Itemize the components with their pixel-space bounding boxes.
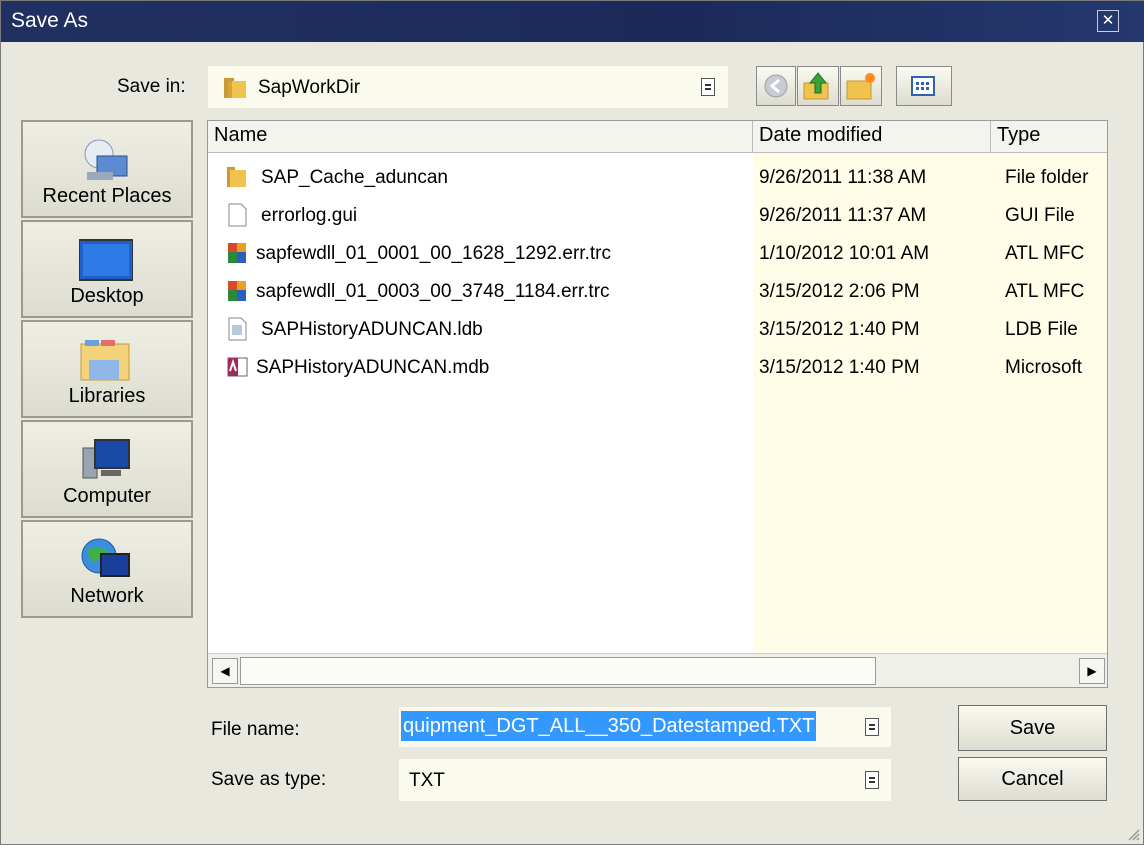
column-header-date-modified[interactable]: Date modified [753,121,991,153]
up-folder-icon [803,72,829,100]
place-label: Network [70,585,144,607]
file-type: LDB File [1005,319,1078,340]
trace-file-icon [228,243,246,263]
save-in-label-text: Save in: [117,76,186,97]
file-row[interactable]: SAP_Cache_aduncan 9/26/2011 11:38 AM Fil… [208,159,1107,197]
column-header-type[interactable]: Type [991,121,1107,153]
libraries-icon [80,340,130,381]
view-menu-icon [911,76,935,96]
save-as-type-label: Save as type: [211,769,327,790]
new-folder-button[interactable] [840,66,882,106]
save-in-value: SapWorkDir [258,77,361,98]
access-db-icon [227,357,248,377]
dropdown-arrow-icon [701,78,715,96]
place-label: Libraries [68,385,146,407]
cancel-button[interactable]: Cancel [958,757,1107,801]
file-name-input[interactable]: quipment_DGT_ALL__350_Datestamped.TXT [399,707,891,747]
recent-places-icon [84,139,128,180]
back-icon [764,74,788,98]
dropdown-arrow-icon [865,718,879,736]
scroll-right-button[interactable]: ▶ [1079,658,1105,684]
save-in-dropdown[interactable]: SapWorkDir [208,66,728,108]
file-name-label: File name: [211,719,300,740]
file-row[interactable]: SAPHistoryADUNCAN.mdb 3/15/2012 1:40 PM … [208,349,1107,387]
file-row[interactable]: sapfewdll_01_0001_00_1628_1292.err.trc 1… [208,235,1107,273]
save-as-dialog: Save As ✕ Save in: SapWorkDir Recent Pla… [0,0,1144,845]
place-label: Desktop [70,285,144,307]
scroll-right-icon: ▶ [1087,664,1097,678]
window-title: Save As [11,9,89,32]
close-icon: ✕ [1101,12,1115,29]
column-header-name[interactable]: Name [208,121,753,153]
place-label: Recent Places [42,185,172,207]
place-network[interactable]: Network [21,520,193,618]
file-name: sapfewdll_01_0001_00_1628_1292.err.trc [256,243,611,264]
back-button[interactable] [756,66,796,106]
close-button[interactable]: ✕ [1097,10,1119,32]
place-libraries[interactable]: Libraries [21,320,193,418]
scroll-left-icon: ◀ [220,664,230,678]
file-type: File folder [1005,167,1089,188]
save-as-type-dropdown[interactable]: TXT [399,759,891,801]
file-type: GUI File [1005,205,1075,226]
file-type: ATL MFC [1005,243,1085,264]
up-folder-button[interactable] [797,66,839,106]
file-list[interactable]: Name Date modified Type SAP_Cache_adunca… [207,120,1108,688]
file-name: SAPHistoryADUNCAN.mdb [256,357,490,378]
scroll-left-button[interactable]: ◀ [212,658,238,684]
view-menu-button[interactable] [896,66,952,106]
folder-icon [227,167,246,187]
computer-icon [82,439,130,479]
file-date: 1/10/2012 10:01 AM [759,243,930,264]
resize-grip-icon[interactable] [1125,826,1141,842]
file-name-value: quipment_DGT_ALL__350_Datestamped.TXT [401,711,817,741]
place-computer[interactable]: Computer [21,420,193,518]
file-date: 3/15/2012 1:40 PM [759,357,920,378]
horizontal-scrollbar[interactable]: ◀ ▶ [208,653,1107,687]
scroll-thumb[interactable] [240,657,876,685]
file-row[interactable]: errorlog.gui 9/26/2011 11:37 AM GUI File [208,197,1107,235]
ldb-file-icon [228,317,247,341]
place-label: Computer [63,485,151,507]
file-name: SAP_Cache_aduncan [261,167,448,188]
network-icon [81,538,130,577]
trace-file-icon [228,281,246,301]
file-row[interactable]: SAPHistoryADUNCAN.ldb 3/15/2012 1:40 PM … [208,311,1107,349]
place-recent-places[interactable]: Recent Places [21,120,193,218]
place-desktop[interactable]: Desktop [21,220,193,318]
file-date: 9/26/2011 11:37 AM [759,205,927,226]
save-as-type-value: TXT [409,770,445,791]
folder-icon [224,78,246,98]
new-folder-icon [846,73,875,100]
file-row[interactable]: sapfewdll_01_0003_00_3748_1184.err.trc 3… [208,273,1107,311]
save-in-label: Save in: [117,76,186,98]
file-type: Microsoft [1005,357,1083,378]
file-name: SAPHistoryADUNCAN.ldb [261,319,483,340]
desktop-icon [79,239,133,281]
save-button[interactable]: Save [958,705,1107,751]
file-type: ATL MFC [1005,281,1085,302]
title-bar[interactable]: Save As ✕ [1,1,1144,42]
file-name: sapfewdll_01_0003_00_3748_1184.err.trc [256,281,610,302]
file-name: errorlog.gui [261,205,358,226]
dropdown-arrow-icon [865,771,879,789]
file-date: 3/15/2012 2:06 PM [759,281,920,302]
file-date: 9/26/2011 11:38 AM [759,167,927,188]
document-icon [228,203,247,227]
file-date: 3/15/2012 1:40 PM [759,319,920,340]
